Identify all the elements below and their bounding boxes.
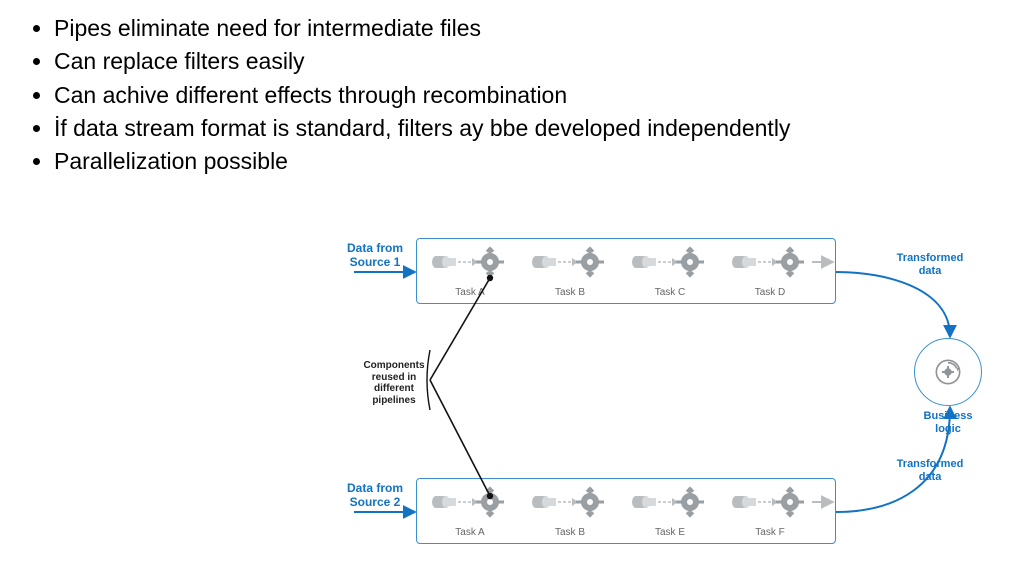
bullet-list: Pipes eliminate need for intermediate fi… (38, 12, 798, 179)
pipe-gear-icon (530, 244, 610, 280)
pipe-gear-icon (430, 244, 510, 280)
pipe-gear-icon (630, 484, 710, 520)
refresh-gear-icon (934, 358, 962, 386)
task-label: Task F (730, 527, 810, 538)
pipe-gear-icon (430, 484, 510, 520)
bullet-item: İf data stream format is standard, filte… (54, 112, 798, 145)
transformed-data-2-label: Transformeddata (890, 458, 970, 483)
task-label: Task B (530, 287, 610, 298)
reuse-label: Componentsreused indifferentpipelines (358, 360, 430, 406)
pipe-gear-icon (530, 484, 610, 520)
pipeline-1-task-b: Task B (530, 244, 610, 298)
task-label: Task E (630, 527, 710, 538)
task-label: Task A (430, 287, 510, 298)
task-label: Task D (730, 287, 810, 298)
slide: Pipes eliminate need for intermediate fi… (0, 0, 1024, 576)
source-2-label: Data fromSource 2 (340, 482, 410, 510)
pipe-gear-icon (730, 484, 810, 520)
business-logic-circle (914, 338, 982, 406)
task-label: Task C (630, 287, 710, 298)
bullet-item: Pipes eliminate need for intermediate fi… (54, 12, 798, 45)
business-logic-label: Businesslogic (914, 410, 982, 435)
pipe-gear-icon (630, 244, 710, 280)
pipe-gear-icon (730, 244, 810, 280)
pipeline-1-task-a: Task A (430, 244, 510, 298)
pipeline-2-task-b: Task B (530, 484, 610, 538)
pipeline-2-task-a: Task A (430, 484, 510, 538)
pipeline-1-task-d: Task D (730, 244, 810, 298)
bullet-item: Can replace filters easily (54, 45, 798, 78)
pipeline-1-task-c: Task C (630, 244, 710, 298)
transformed-data-1-label: Transformeddata (890, 252, 970, 277)
pipeline-2-task-f: Task F (730, 484, 810, 538)
pipeline-2-task-e: Task E (630, 484, 710, 538)
task-label: Task B (530, 527, 610, 538)
source-1-label: Data fromSource 1 (340, 242, 410, 270)
bullet-item: Parallelization possible (54, 145, 798, 178)
pipeline-diagram: Data fromSource 1 Data fromSource 2 Tran… (330, 230, 1020, 570)
bullet-item: Can achive different effects through rec… (54, 79, 798, 112)
task-label: Task A (430, 527, 510, 538)
